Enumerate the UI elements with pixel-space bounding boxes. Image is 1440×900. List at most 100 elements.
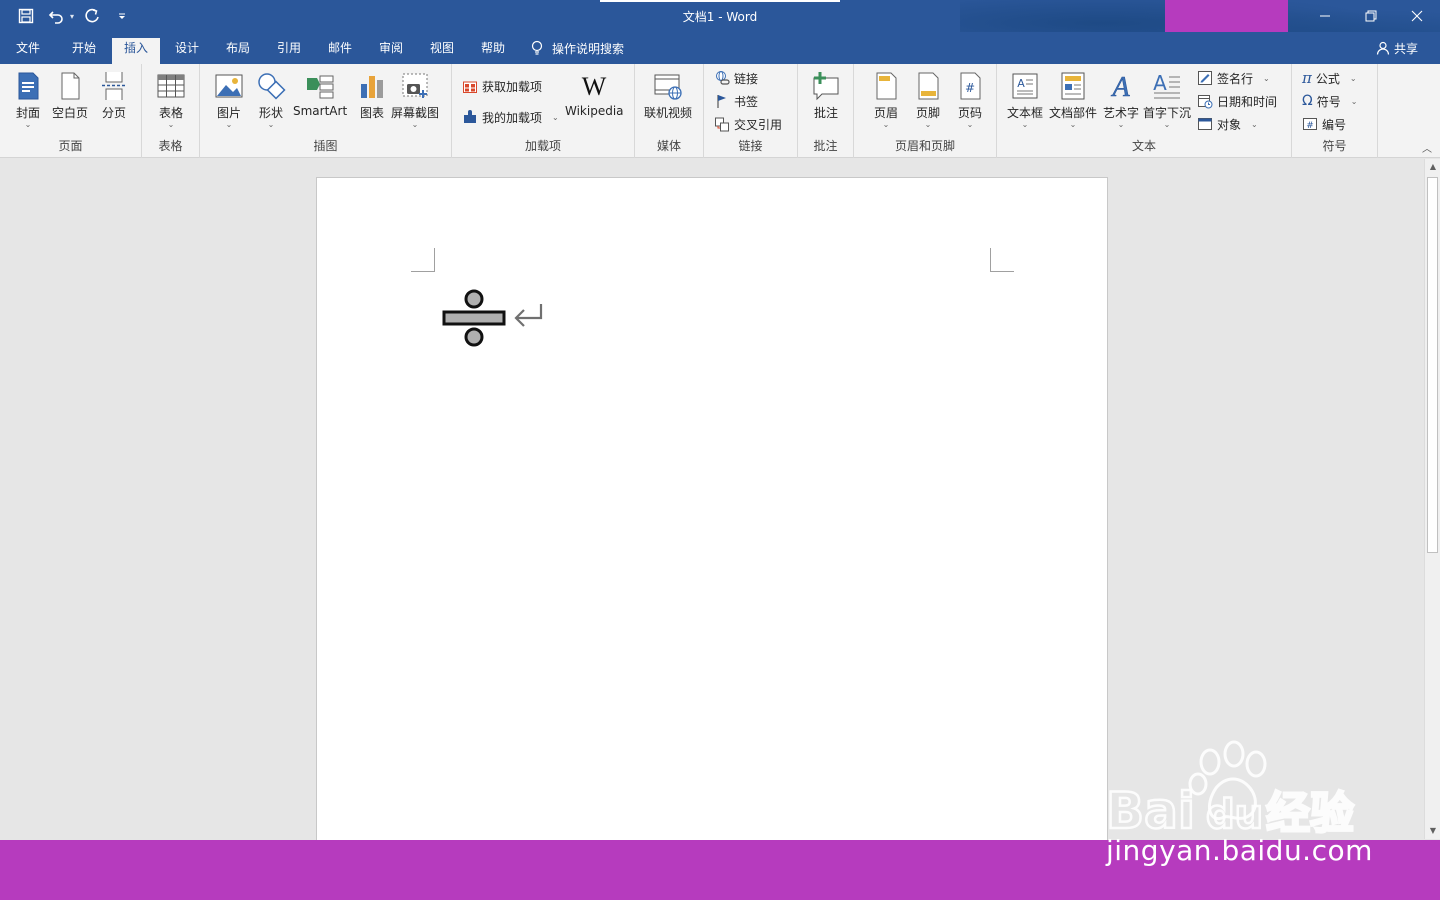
undo-icon[interactable] [44,4,68,28]
date-time-button[interactable]: 日期和时间 [1197,91,1277,111]
wikipedia-button[interactable]: W Wikipedia [565,70,624,118]
signature-line-icon [1198,71,1212,85]
tab-insert[interactable]: 插入 [112,38,161,64]
chevron-down-icon: ⌄ [1117,120,1125,129]
tab-help[interactable]: 帮助 [469,38,517,64]
link-button[interactable]: 链接 [714,68,758,88]
signature-line-button[interactable]: 签名行 ⌄ [1197,68,1270,88]
baidu-watermark: Bai du 经验 jingyan.baidu.com [1105,740,1426,870]
pictures-button[interactable]: 图片 ⌄ [213,70,245,129]
addin-icon [464,110,476,123]
redo-icon[interactable] [80,4,104,28]
division-sign-icon [442,289,506,347]
table-button[interactable]: 表格 ⌄ [155,70,187,129]
save-icon[interactable] [14,4,38,28]
tab-home[interactable]: 开始 [60,38,108,64]
chevron-down-icon: ⌄ [24,120,32,129]
group-label-symbols: 符号 [1322,139,1347,153]
store-icon [463,81,477,93]
chevron-down-icon[interactable]: ⌄ [1263,74,1270,83]
group-label-links: 链接 [738,139,763,153]
group-addins: 获取加载项 我的加载项 ⌄ W Wikipedia 加载项 [452,64,635,158]
page-number-icon: # [960,72,981,100]
equation-button[interactable]: π 公式 ⌄ [1302,68,1357,88]
number-button[interactable]: # 编号 [1302,114,1346,134]
page-break-button[interactable]: 分页 [98,70,130,121]
tab-mailings[interactable]: 邮件 [316,38,364,64]
page-number-button[interactable]: # 页码 ⌄ [954,70,986,129]
chevron-down-icon[interactable]: ⌄ [1350,74,1357,83]
cover-page-button[interactable]: 封面 ⌄ [12,70,44,129]
chevron-down-icon[interactable]: ⌄ [1351,97,1358,106]
drop-cap-button[interactable]: A 首字下沉 ⌄ [1143,70,1191,129]
group-links: 链接 书签 交叉引用 链接 [704,64,798,158]
object-icon [1198,118,1212,130]
chart-button[interactable]: 图表 [356,70,388,121]
scrollbar-thumb[interactable] [1427,177,1438,553]
get-addins-button[interactable]: 获取加载项 [462,76,542,96]
my-addins-button[interactable]: 我的加载项 ⌄ [462,107,559,127]
tab-design[interactable]: 设计 [163,38,211,64]
svg-text:du: du [1206,792,1263,838]
blank-page-button[interactable]: 空白页 [52,70,88,121]
svg-text:经验: 经验 [1266,788,1354,839]
scroll-up-icon[interactable]: ▲ [1425,159,1440,175]
page-break-icon [102,72,126,100]
footer-button[interactable]: 页脚 ⌄ [912,70,944,129]
svg-text:A: A [1110,72,1130,102]
chevron-down-icon: ⌄ [924,120,932,129]
group-label-text: 文本 [1131,139,1156,153]
ribbon-insert: 封面 ⌄ 空白页 分页 页面 表格 ⌄ 表格 图片 ⌄ 形状 ⌄ SmartAr… [0,64,1440,158]
comment-icon [813,72,839,101]
group-media: 联机视频 媒体 [635,64,704,158]
crop-mark-top-right [990,248,1014,272]
tab-layout[interactable]: 布局 [214,38,262,64]
picture-icon [215,74,243,98]
group-label-tables: 表格 [158,139,183,153]
close-icon[interactable] [1394,0,1440,32]
tab-file[interactable]: 文件 [4,38,52,64]
svg-text:A: A [1017,77,1025,90]
bookmark-button[interactable]: 书签 [714,91,758,111]
share-label: 共享 [1393,41,1418,56]
group-symbols: π 公式 ⌄ Ω 符号 ⌄ # 编号 符号 [1292,64,1378,158]
vertical-scrollbar[interactable]: ▲ ▼ [1424,159,1440,839]
new-comment-button[interactable]: 批注 [810,70,842,121]
share-button[interactable]: 共享 [1376,38,1418,58]
tell-me-search[interactable]: 操作说明搜索 [530,38,624,58]
scroll-down-icon[interactable]: ▼ [1425,823,1440,839]
header-button[interactable]: 页眉 ⌄ [870,70,902,129]
undo-dropdown-icon[interactable]: ▾ [70,12,74,21]
smartart-button[interactable]: SmartArt [293,70,347,118]
online-video-button[interactable]: 联机视频 [644,70,692,121]
wikipedia-icon: W [582,72,607,101]
shapes-button[interactable]: 形状 ⌄ [255,70,287,129]
customize-qat-icon[interactable] [110,4,134,28]
minimize-icon[interactable] [1302,0,1348,32]
chevron-down-icon[interactable]: ⌄ [552,113,559,122]
wordart-button[interactable]: A 艺术字 ⌄ [1103,70,1139,129]
symbol-button[interactable]: Ω 符号 ⌄ [1302,91,1357,111]
tab-view[interactable]: 视图 [418,38,466,64]
chevron-down-icon: ⌄ [966,120,974,129]
chevron-down-icon[interactable]: ⌄ [1251,120,1258,129]
chevron-down-icon: ⌄ [225,120,233,129]
document-page[interactable] [316,177,1108,857]
group-pages: 封面 ⌄ 空白页 分页 页面 [0,64,142,158]
group-tables: 表格 ⌄ 表格 [142,64,200,158]
collapse-ribbon-icon[interactable]: ︿ [1422,140,1432,155]
object-button[interactable]: 对象 ⌄ [1197,114,1258,134]
svg-text:Bai: Bai [1106,782,1195,840]
text-box-button[interactable]: A 文本框 ⌄ [1007,70,1043,129]
tab-review[interactable]: 审阅 [367,38,415,64]
chevron-down-icon: ⌄ [882,120,890,129]
quick-parts-button[interactable]: 文档部件 ⌄ [1049,70,1097,129]
cross-reference-button[interactable]: 交叉引用 [714,114,782,134]
screenshot-button[interactable]: 屏幕截图 ⌄ [391,70,439,129]
document-area [0,159,1424,857]
restore-icon[interactable] [1348,0,1394,32]
tab-references[interactable]: 引用 [265,38,313,64]
smartart-icon [307,75,334,99]
link-icon [716,71,730,85]
chevron-down-icon: ⌄ [411,120,419,129]
